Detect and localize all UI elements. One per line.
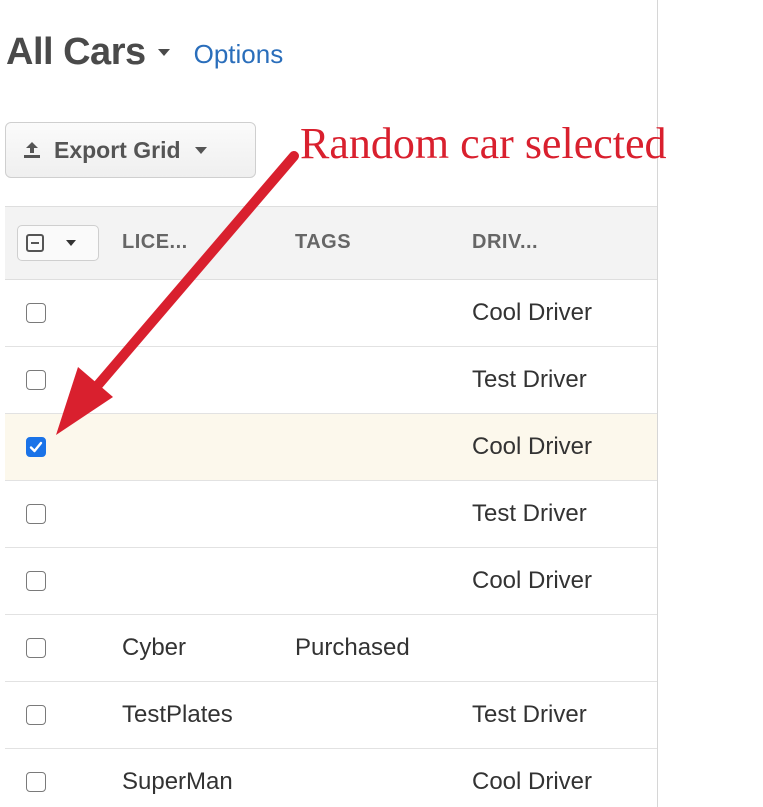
row-checkbox[interactable]	[26, 638, 46, 658]
table-row[interactable]: TestPlates Test Driver	[5, 682, 657, 749]
upload-icon	[24, 142, 40, 158]
select-all-dropdown[interactable]	[17, 225, 99, 261]
row-checkbox[interactable]	[26, 504, 46, 524]
export-grid-button[interactable]: Export Grid	[5, 122, 256, 178]
cell-driver: Test Driver	[472, 701, 587, 728]
table-row[interactable]: Test Driver	[5, 481, 657, 548]
chevron-down-icon	[194, 146, 207, 154]
table-row[interactable]: Cyber Purchased	[5, 615, 657, 682]
row-checkbox[interactable]	[26, 437, 46, 457]
cell-driver: Cool Driver	[472, 768, 593, 795]
row-checkbox[interactable]	[26, 303, 46, 323]
chevron-down-icon[interactable]	[66, 240, 76, 246]
options-link[interactable]: Options	[194, 39, 284, 70]
table-row[interactable]: Test Driver	[5, 347, 657, 414]
grid-header: LICE... TAGS DRIV...	[5, 206, 657, 280]
cell-driver: Cool Driver	[472, 433, 593, 460]
cell-tags: Purchased	[295, 634, 410, 661]
table-row[interactable]: Cool Driver	[5, 548, 657, 615]
row-checkbox[interactable]	[26, 705, 46, 725]
cell-driver: Cool Driver	[472, 299, 593, 326]
minus-checkbox-icon[interactable]	[26, 234, 44, 252]
table-row[interactable]: SuperMan Cool Driver	[5, 749, 657, 807]
table-row[interactable]: Cool Driver	[5, 414, 657, 481]
cell-license: SuperMan	[122, 768, 233, 795]
row-checkbox[interactable]	[26, 571, 46, 591]
page-title[interactable]: All Cars	[6, 31, 146, 74]
annotation-label: Random car selected	[300, 119, 667, 168]
checkmark-icon	[29, 441, 43, 453]
column-header-license[interactable]: LICE...	[122, 231, 188, 254]
column-header-driver[interactable]: DRIV...	[472, 231, 538, 254]
cars-grid: LICE... TAGS DRIV... Cool Driver Test Dri…	[5, 206, 657, 807]
page-header: All Cars Options	[6, 26, 283, 78]
cell-license: TestPlates	[122, 701, 233, 728]
row-checkbox[interactable]	[26, 370, 46, 390]
table-row[interactable]: Cool Driver	[5, 280, 657, 347]
cell-driver: Cool Driver	[472, 567, 593, 594]
cell-license: Cyber	[122, 634, 187, 661]
export-grid-label: Export Grid	[54, 136, 181, 163]
cell-driver: Test Driver	[472, 366, 587, 393]
column-header-tags[interactable]: TAGS	[295, 231, 351, 254]
grid-body: Cool Driver Test Driver Cool Driver Test Dr…	[5, 280, 657, 807]
row-checkbox[interactable]	[26, 772, 46, 792]
cell-driver: Test Driver	[472, 500, 587, 527]
title-dropdown-caret-icon[interactable]	[157, 48, 170, 56]
